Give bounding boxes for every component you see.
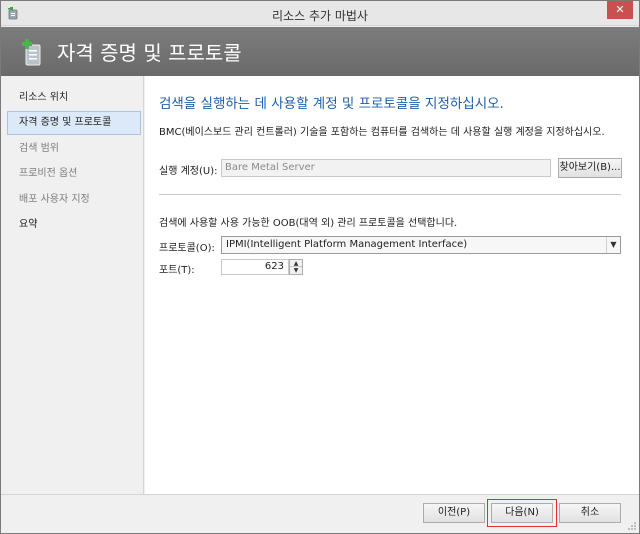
- run-as-account-label: 실행 계정(U):: [159, 166, 218, 177]
- nav-step-deployment-customization: 배포 사용자 지정: [19, 194, 90, 205]
- page-title: 자격 증명 및 프로토콜: [57, 41, 242, 65]
- dropdown-arrow-icon[interactable]: ▼: [606, 237, 620, 253]
- spin-down-icon[interactable]: ▼: [290, 267, 302, 274]
- port-input[interactable]: 623: [221, 259, 289, 275]
- wizard-window: 리소스 추가 마법사 ✕ 자격 증명 및 프로토콜 리소스 위치 자격 증명 및…: [0, 0, 640, 534]
- title-bar: 리소스 추가 마법사 ✕: [1, 1, 639, 26]
- page-banner: 자격 증명 및 프로토콜: [1, 27, 639, 76]
- port-label: 포트(T):: [159, 265, 195, 276]
- nav-step-summary[interactable]: 요약: [7, 213, 141, 237]
- next-button[interactable]: 다음(N): [491, 503, 553, 523]
- spin-up-icon[interactable]: ▲: [290, 260, 302, 267]
- resize-grip-icon[interactable]: [627, 521, 637, 531]
- nav-step-discovery-scope: 검색 범위: [19, 143, 59, 154]
- main-content: 검색을 실행하는 데 사용할 계정 및 프로토콜을 지정하십시오. BMC(베이…: [145, 76, 639, 494]
- previous-button[interactable]: 이전(P): [423, 503, 485, 523]
- protocol-intro-text: 검색에 사용할 사용 가능한 OOB(대역 외) 관리 프로토콜을 선택합니다.: [159, 218, 458, 229]
- protocol-dropdown[interactable]: IPMI(Intelligent Platform Management Int…: [221, 236, 621, 254]
- run-as-account-field[interactable]: Bare Metal Server: [221, 159, 551, 177]
- port-stepper[interactable]: ▲ ▼: [289, 259, 303, 275]
- wizard-page-icon: [22, 39, 41, 66]
- bmc-description: BMC(베이스보드 관리 컨트롤러) 기술을 포함하는 컴퓨터를 검색하는 데 …: [159, 127, 605, 138]
- protocol-label: 프로토콜(O):: [159, 243, 215, 254]
- browse-button[interactable]: 찾아보기(B)...: [558, 158, 622, 178]
- nav-step-resource-location[interactable]: 리소스 위치: [7, 86, 141, 110]
- section-heading: 검색을 실행하는 데 사용할 계정 및 프로토콜을 지정하십시오.: [159, 96, 504, 112]
- nav-step-credentials-protocol[interactable]: 자격 증명 및 프로토콜: [7, 111, 141, 135]
- wizard-steps-nav: 리소스 위치 자격 증명 및 프로토콜 검색 범위 프로비전 옵션 배포 사용자…: [1, 76, 144, 494]
- section-divider: [159, 194, 621, 195]
- nav-step-provisioning-options: 프로비전 옵션: [19, 168, 78, 179]
- cancel-button[interactable]: 취소: [559, 503, 621, 523]
- window-title: 리소스 추가 마법사: [272, 9, 368, 23]
- wizard-footer: 이전(P) 다음(N) 취소: [1, 494, 639, 533]
- close-button[interactable]: ✕: [607, 1, 633, 19]
- protocol-selected-value: IPMI(Intelligent Platform Management Int…: [226, 239, 468, 250]
